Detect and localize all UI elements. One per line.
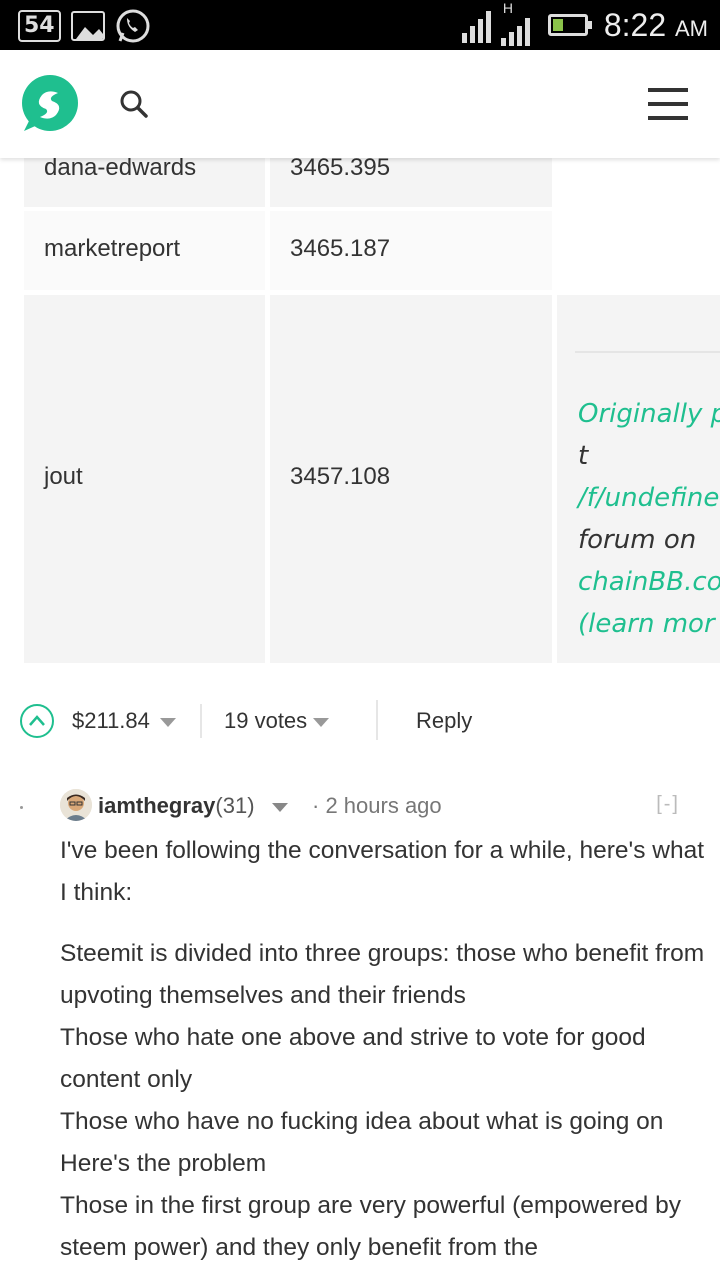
embed-text: forum on xyxy=(578,525,697,555)
battery-icon xyxy=(547,14,592,36)
table-cell: 3465.187 xyxy=(270,211,552,290)
comment-paragraph: I've been following the conversation for… xyxy=(60,837,704,906)
table-cell: jout xyxy=(24,295,265,663)
separator: · xyxy=(312,793,320,818)
comment-line: Those who hate one above and strive to v… xyxy=(60,1024,646,1093)
chevron-down-icon xyxy=(159,717,176,727)
upvote-icon[interactable] xyxy=(20,704,54,738)
signal-icon xyxy=(461,7,491,43)
chainbb-link[interactable]: chainBB.co xyxy=(578,567,720,597)
notification-count-icon: 54 xyxy=(18,10,61,42)
divider xyxy=(575,351,720,353)
comment-bullet xyxy=(20,806,23,809)
comment-line: Those in the first group are very powerf… xyxy=(60,1192,681,1261)
network-type-icon: H xyxy=(500,0,530,46)
steemit-logo[interactable] xyxy=(20,73,80,133)
avatar[interactable] xyxy=(60,789,92,821)
comment-header: iamthegray(31) · 2 hours ago [-] xyxy=(60,789,700,825)
comment-line: Steemit is divided into three groups: th… xyxy=(60,940,705,1009)
divider xyxy=(200,704,202,738)
divider xyxy=(376,700,378,740)
votes-count: 19 votes xyxy=(224,708,308,733)
timestamp: 2 hours ago xyxy=(325,793,442,818)
author-name: iamthegray xyxy=(98,793,216,818)
search-icon[interactable] xyxy=(118,88,150,120)
comment-body: I've been following the conversation for… xyxy=(60,830,710,1269)
table-cell: marketreport xyxy=(24,211,265,290)
originally-posted-link[interactable]: Originally posted xyxy=(578,399,720,429)
collapse-button[interactable]: [-] xyxy=(656,793,680,816)
table-cell: 3457.108 xyxy=(270,295,552,663)
learn-more-link[interactable]: (learn mor xyxy=(578,609,715,639)
status-bar: 54 H 8:22 AM xyxy=(0,0,720,50)
author-link[interactable]: iamthegray(31) xyxy=(98,793,255,819)
menu-icon[interactable] xyxy=(648,88,688,120)
chevron-down-icon[interactable] xyxy=(272,803,288,812)
reply-button[interactable]: Reply xyxy=(416,708,472,734)
comment-line: Here's the problem xyxy=(60,1150,267,1177)
app-header xyxy=(0,50,720,158)
reputation-score: (31) xyxy=(215,793,255,818)
comment-line: Those who have no fucking idea about wha… xyxy=(60,1108,664,1135)
chainbb-embed: Originally posted in t /f/undefine forum… xyxy=(557,295,720,663)
forum-link[interactable]: /f/undefine xyxy=(578,483,719,513)
clock: 8:22 AM xyxy=(603,6,708,43)
votes-dropdown[interactable]: 19 votes xyxy=(224,708,330,734)
chevron-down-icon xyxy=(313,717,330,727)
post-actions: $211.84 19 votes Reply xyxy=(20,700,700,744)
comment-time[interactable]: · 2 hours ago xyxy=(312,793,442,819)
payout-dropdown[interactable]: $211.84 xyxy=(72,708,176,734)
gallery-icon xyxy=(70,11,105,41)
payout-value: $211.84 xyxy=(72,708,150,733)
whatsapp-icon xyxy=(116,9,150,43)
